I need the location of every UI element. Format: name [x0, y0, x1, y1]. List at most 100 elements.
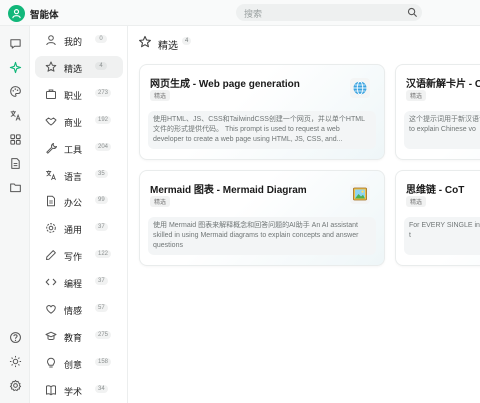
wrench-icon [46, 142, 57, 154]
page-title: 精选 [158, 41, 178, 52]
sidebar-item-label: 教育 [64, 332, 83, 343]
translate-icon [46, 170, 56, 180]
sidebar-item-code[interactable]: 编程 37 [35, 271, 123, 293]
main-content: 精选 4 网页生成 - Web page generation 精选 使用HTM… [129, 26, 480, 403]
agent-card-mermaid-diagram[interactable]: Mermaid 图表 - Mermaid Diagram 精选 使用 Merma… [139, 170, 385, 266]
sidebar-item-count: 0 [95, 35, 107, 43]
rail-settings-button[interactable] [6, 376, 24, 394]
sidebar-item-count: 34 [95, 384, 108, 393]
briefcase-icon [46, 89, 56, 99]
star-icon [45, 61, 57, 72]
sidebar-item-translate[interactable]: 语言 35 [35, 164, 123, 186]
sidebar-item-label: 我的 [64, 37, 83, 47]
app-logo-icon[interactable] [8, 5, 25, 22]
sidebar-item-count: 57 [95, 304, 108, 312]
gear-icon [9, 379, 21, 391]
sidebar-item-label: 商业 [64, 117, 83, 128]
sidebar-item-count: 204 [95, 142, 112, 151]
icon-rail [0, 26, 30, 403]
card-title: 汉语新解卡片 - Chinese [406, 79, 480, 90]
card-badge: 精选 [406, 90, 427, 101]
sidebar-item-briefcase[interactable]: 职业 273 [35, 83, 123, 105]
palette-icon [9, 85, 21, 97]
rail-translate-button[interactable] [6, 106, 24, 124]
folder-icon [9, 182, 21, 192]
sidebar-item-label: 情感 [64, 306, 83, 316]
top-bar: 智能体 搜索 [0, 0, 480, 26]
sidebar-item-settings[interactable]: 通用 37 [35, 217, 123, 239]
card-description: For EVERY SINGLE inte engage in a compre… [404, 217, 480, 255]
card-badge: 精选 [150, 90, 171, 101]
star-icon [139, 35, 151, 48]
sidebar-item-handshake[interactable]: 商业 192 [35, 110, 123, 132]
search-placeholder[interactable]: 搜索 [244, 7, 262, 20]
book-icon [46, 385, 56, 395]
heart-icon [46, 305, 56, 314]
card-title: Mermaid 图表 - Mermaid Diagram [150, 185, 307, 196]
sidebar-item-user[interactable]: 我的 0 [35, 29, 123, 51]
sidebar-item-count: 158 [95, 357, 112, 366]
chat-icon [9, 38, 21, 49]
sidebar-item-count: 4 [95, 61, 107, 70]
page-count-badge: 4 [182, 37, 192, 45]
sidebar-item-count: 99 [95, 196, 108, 205]
globe-icon [350, 78, 370, 98]
sidebar-item-count: 37 [95, 223, 108, 232]
agent-card-chinese-card[interactable]: 汉语新解卡片 - Chinese 精选 这个提示词用于新汉语词汇的解释卡片生成，… [395, 64, 480, 160]
lightbulb-icon [46, 357, 56, 368]
sidebar-item-label: 编程 [64, 279, 83, 290]
user-icon [46, 35, 56, 46]
graduation-icon [45, 331, 57, 340]
rail-document-button[interactable] [6, 154, 24, 172]
sidebar-item-wrench[interactable]: 工具 204 [35, 137, 123, 159]
sidebar-item-pen[interactable]: 写作 122 [35, 244, 123, 266]
card-badge: 精选 [150, 196, 171, 207]
settings-icon [46, 223, 56, 234]
translate-icon [10, 110, 21, 121]
sidebar-item-document[interactable]: 办公 99 [35, 190, 123, 212]
sidebar-item-graduation[interactable]: 教育 275 [35, 325, 123, 347]
card-description: 这个提示词用于新汉语词汇的解释卡片生成，将生成有解释的词语卡片 to expla… [404, 111, 480, 149]
pen-icon [46, 250, 56, 261]
search-icon[interactable] [407, 7, 418, 18]
sidebar-item-book[interactable]: 学术 34 [35, 379, 123, 401]
sparkle-icon [9, 61, 21, 73]
rail-help-button[interactable] [6, 328, 24, 346]
rail-chat-button[interactable] [6, 34, 24, 52]
agent-card-cot[interactable]: 思维链 - CoT 精选 For EVERY SINGLE inte engag… [395, 170, 480, 266]
sidebar-item-count: 273 [95, 88, 112, 97]
picture-icon [350, 184, 370, 204]
sidebar-item-label: 学术 [64, 386, 83, 397]
sidebar-item-label: 工具 [64, 144, 83, 155]
rail-agents-button[interactable] [6, 58, 24, 76]
rail-grid-button[interactable] [6, 130, 24, 148]
handshake-icon [45, 117, 57, 126]
sidebar-item-count: 192 [95, 115, 112, 124]
card-title: 思维链 - CoT [406, 185, 465, 196]
sidebar-item-label: 办公 [64, 198, 83, 209]
sidebar-item-lightbulb[interactable]: 创意 158 [35, 352, 123, 374]
category-sidebar: 我的 0 精选 4 职业 273 商业 192 工具 204 语言 35 办公 99 通用 37 写作 122 编程… [30, 26, 128, 403]
app-title: 智能体 [30, 10, 59, 21]
sidebar-item-heart[interactable]: 情感 57 [35, 298, 123, 320]
card-title: 网页生成 - Web page generation [150, 79, 300, 90]
rail-palette-button[interactable] [6, 82, 24, 100]
rail-folder-button[interactable] [6, 178, 24, 196]
sidebar-item-star[interactable]: 精选 4 [35, 55, 123, 78]
sidebar-item-label: 职业 [64, 90, 83, 101]
document-icon [10, 157, 20, 169]
search-bar[interactable]: 搜索 [236, 4, 422, 21]
card-description: 使用 Mermaid 图表来解释概念和回答问题的AI助手 An AI assis… [148, 217, 376, 255]
sidebar-item-count: 35 [95, 169, 108, 178]
sidebar-item-label: 通用 [64, 225, 83, 236]
help-icon [9, 331, 21, 343]
sidebar-item-label: 语言 [64, 171, 83, 182]
rail-theme-button[interactable] [6, 352, 24, 370]
agent-card-web-page-generation[interactable]: 网页生成 - Web page generation 精选 使用HTML、JS、… [139, 64, 385, 160]
sidebar-item-count: 37 [95, 277, 108, 286]
sidebar-item-count: 122 [95, 250, 112, 259]
code-icon [45, 278, 57, 286]
sidebar-item-label: 精选 [64, 63, 83, 74]
sidebar-item-label: 写作 [64, 252, 83, 263]
card-description: 使用HTML、JS、CSS和TailwindCSS创建一个网页，并以单个HTML… [148, 111, 376, 149]
